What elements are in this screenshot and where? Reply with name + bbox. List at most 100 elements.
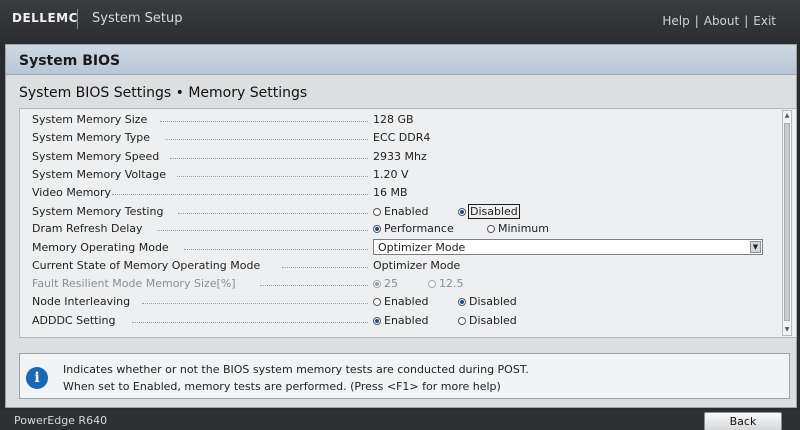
radio-label: Disabled (469, 314, 517, 327)
dotted-leader (112, 194, 368, 195)
radio-label: Enabled (384, 205, 429, 218)
dotted-leader (178, 213, 368, 214)
radio-unselected-icon (373, 298, 381, 306)
about-link[interactable]: About (704, 14, 739, 28)
dotted-leader (142, 303, 368, 304)
dotted-leader (260, 285, 368, 286)
dotted-leader (184, 249, 368, 250)
setting-value: 2933 Mhz (373, 150, 427, 163)
radio-node-interleaving-disabled[interactable]: Disabled (458, 295, 517, 308)
settings-scrollbar[interactable]: ▲ ▼ (782, 110, 792, 336)
setting-memory-operating-mode: Memory Operating Mode Optimizer Mode ▼ (20, 239, 780, 257)
dotted-leader (160, 121, 368, 122)
settings-list: System Memory Size 128 GB System Memory … (19, 108, 797, 338)
radio-fault-resilient-12-5: 12.5 (428, 277, 464, 290)
radio-adddc-disabled[interactable]: Disabled (458, 314, 517, 327)
setting-label: System Memory Speed (32, 150, 160, 163)
radio-memory-testing-disabled[interactable]: Disabled (458, 204, 520, 219)
footer-bar: PowerEdge R640 Back (0, 410, 800, 430)
scroll-up-icon[interactable]: ▲ (783, 111, 791, 121)
dellemc-logo: DELLEMC (12, 11, 78, 25)
radio-selected-icon (373, 280, 381, 288)
link-separator: | (694, 14, 699, 28)
exit-link[interactable]: Exit (753, 14, 776, 28)
radio-adddc-enabled[interactable]: Enabled (373, 314, 428, 327)
dropdown-arrow-icon[interactable]: ▼ (750, 241, 761, 253)
setting-node-interleaving: Node Interleaving Enabled Disabled (20, 293, 780, 311)
help-panel: i Indicates whether or not the BIOS syst… (19, 353, 790, 399)
setting-video-memory: Video Memory 16 MB (20, 184, 780, 202)
radio-selected-icon (458, 298, 466, 306)
help-text-line-1: Indicates whether or not the BIOS system… (63, 363, 529, 376)
radio-memory-testing-enabled[interactable]: Enabled (373, 205, 428, 218)
radio-unselected-icon (458, 317, 466, 325)
setting-label: Fault Resilient Mode Memory Size[%] (32, 277, 236, 290)
setting-value: 16 MB (373, 186, 408, 199)
radio-label: Disabled (468, 204, 520, 219)
system-model: PowerEdge R640 (14, 414, 108, 427)
scrollbar-thumb[interactable] (784, 123, 790, 321)
memory-operating-mode-select[interactable]: Optimizer Mode ▼ (373, 239, 763, 255)
setting-dram-refresh-delay: Dram Refresh Delay Performance Minimum (20, 220, 780, 238)
setting-value: 1.20 V (373, 168, 409, 181)
setting-system-memory-testing: System Memory Testing Enabled Disabled (20, 203, 780, 221)
select-value: Optimizer Mode (378, 241, 466, 254)
radio-label: Minimum (498, 222, 549, 235)
radio-label: Enabled (384, 314, 429, 327)
section-title: System BIOS (6, 45, 796, 75)
dotted-leader (165, 139, 368, 140)
setting-label: System Memory Type (32, 131, 151, 144)
setting-label: Current State of Memory Operating Mode (32, 259, 261, 272)
setting-adddc: ADDDC Setting Enabled Disabled (20, 312, 780, 330)
radio-label: Enabled (384, 295, 429, 308)
dotted-leader (157, 230, 368, 231)
setting-system-memory-speed: System Memory Speed 2933 Mhz (20, 148, 780, 166)
help-text-line-2: When set to Enabled, memory tests are pe… (63, 380, 501, 393)
setting-label: Dram Refresh Delay (32, 222, 143, 235)
dotted-leader (177, 176, 368, 177)
setting-label: System Memory Size (32, 113, 148, 126)
dotted-leader (170, 158, 368, 159)
page-title: System BIOS Settings • Memory Settings (19, 85, 308, 101)
setting-label: System Memory Voltage (32, 168, 167, 181)
back-button[interactable]: Back (704, 412, 782, 430)
scroll-down-icon[interactable]: ▼ (783, 325, 791, 335)
setting-system-memory-size: System Memory Size 128 GB (20, 111, 780, 129)
main-panel: System BIOS System BIOS Settings • Memor… (5, 44, 797, 408)
radio-fault-resilient-25: 25 (373, 277, 398, 290)
setting-label: System Memory Testing (32, 205, 164, 218)
info-icon: i (26, 367, 48, 389)
setting-value: Optimizer Mode (373, 259, 461, 272)
dotted-leader (282, 267, 368, 268)
radio-node-interleaving-enabled[interactable]: Enabled (373, 295, 428, 308)
link-separator: | (744, 14, 749, 28)
radio-unselected-icon (428, 280, 436, 288)
radio-label: Disabled (469, 295, 517, 308)
setting-value: 128 GB (373, 113, 414, 126)
app-title: System Setup (92, 11, 183, 26)
setting-value: ECC DDR4 (373, 131, 431, 144)
brand-divider (77, 9, 78, 29)
radio-label: 25 (384, 277, 398, 290)
top-bar: DELLEMC System Setup Help | About | Exit (0, 0, 800, 42)
radio-selected-icon (373, 317, 381, 325)
top-links: Help | About | Exit (662, 14, 776, 28)
setting-system-memory-type: System Memory Type ECC DDR4 (20, 129, 780, 147)
help-link[interactable]: Help (662, 14, 689, 28)
setting-current-state-memory-mode: Current State of Memory Operating Mode O… (20, 257, 780, 275)
radio-unselected-icon (373, 208, 381, 216)
radio-dram-refresh-performance[interactable]: Performance (373, 222, 454, 235)
radio-label: Performance (384, 222, 454, 235)
setting-label: Video Memory (32, 186, 112, 199)
radio-label: 12.5 (439, 277, 464, 290)
setting-label: ADDDC Setting (32, 314, 116, 327)
dotted-leader (132, 322, 368, 323)
radio-unselected-icon (487, 225, 495, 233)
setting-system-memory-voltage: System Memory Voltage 1.20 V (20, 166, 780, 184)
radio-dram-refresh-minimum[interactable]: Minimum (487, 222, 549, 235)
radio-selected-icon (458, 208, 466, 216)
setting-fault-resilient-memory-size: Fault Resilient Mode Memory Size[%] 25 1… (20, 275, 780, 293)
setting-label: Memory Operating Mode (32, 241, 169, 254)
radio-selected-icon (373, 225, 381, 233)
setting-label: Node Interleaving (32, 295, 131, 308)
